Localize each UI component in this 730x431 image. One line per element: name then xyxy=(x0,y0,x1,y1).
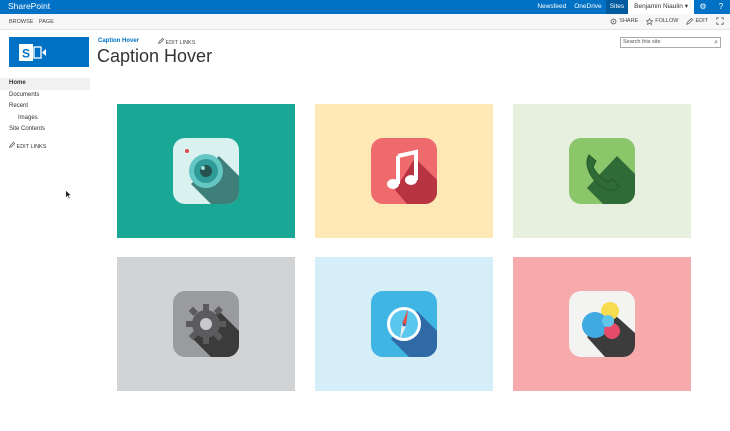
svg-text:S: S xyxy=(22,47,30,61)
site-link[interactable]: Caption Hover xyxy=(98,38,139,44)
compass-icon xyxy=(371,291,437,357)
tab-browse[interactable]: BROWSE xyxy=(9,19,33,25)
nav-item-documents[interactable]: Documents xyxy=(0,90,90,102)
suite-link-onedrive[interactable]: OneDrive xyxy=(570,0,605,14)
bubbles-icon xyxy=(569,291,635,357)
tile-music[interactable] xyxy=(315,104,493,238)
page-title: Caption Hover xyxy=(97,46,213,66)
fullscreen-icon xyxy=(716,17,724,25)
suite-link-sites[interactable]: Sites xyxy=(605,0,629,14)
tile-compass[interactable] xyxy=(315,257,493,391)
star-icon xyxy=(646,17,654,25)
follow-label: FOLLOW xyxy=(655,18,679,24)
tile-settings[interactable] xyxy=(117,257,295,391)
search-input[interactable]: Search this site xyxy=(623,39,661,45)
suite-bar: SharePoint Newsfeed OneDrive Sites Benja… xyxy=(0,0,730,14)
site-logo[interactable]: S xyxy=(9,37,89,67)
ribbon: BROWSE PAGE SHARE FOLLOW EDIT xyxy=(0,14,730,30)
gear-icon[interactable]: ⚙ xyxy=(694,0,712,14)
nav-item-recent[interactable]: Recent xyxy=(0,101,90,113)
search-icon[interactable]: ⌕ xyxy=(714,38,718,47)
top-edit-links[interactable]: EDIT LINKS xyxy=(158,37,195,46)
share-icon xyxy=(610,18,617,24)
nav-item-home[interactable]: Home xyxy=(0,78,90,90)
pencil-icon xyxy=(9,141,16,148)
nav-edit-links[interactable]: EDIT LINKS xyxy=(0,141,90,150)
tile-camera[interactable] xyxy=(117,104,295,238)
quick-launch: Home Documents Recent Images Site Conten… xyxy=(0,78,90,150)
music-note-icon xyxy=(371,138,437,204)
sharepoint-logo-icon: S xyxy=(19,44,46,61)
suite-links: Newsfeed OneDrive Sites Benjamin Niaulin… xyxy=(533,0,730,14)
tab-page[interactable]: PAGE xyxy=(39,19,54,25)
share-label: SHARE xyxy=(619,18,639,24)
brand-link[interactable]: SharePoint xyxy=(8,1,50,11)
camera-icon xyxy=(173,138,239,204)
edit-button[interactable]: EDIT xyxy=(686,17,708,25)
pencil-icon xyxy=(686,17,694,25)
follow-button[interactable]: FOLLOW xyxy=(646,17,679,25)
mouse-cursor-icon xyxy=(65,190,72,199)
focus-button[interactable] xyxy=(716,17,724,25)
search-box[interactable]: Search this site ⌕ xyxy=(620,37,721,48)
nav-item-images[interactable]: Images xyxy=(0,113,90,125)
tile-phone[interactable] xyxy=(513,104,691,238)
phone-icon xyxy=(569,138,635,204)
help-icon[interactable]: ? xyxy=(712,0,730,14)
edit-label: EDIT xyxy=(695,18,708,24)
gear-icon xyxy=(173,291,239,357)
nav-item-site-contents[interactable]: Site Contents xyxy=(0,124,90,136)
ribbon-actions: SHARE FOLLOW EDIT xyxy=(610,17,724,25)
tile-game-center[interactable] xyxy=(513,257,691,391)
user-menu[interactable]: Benjamin Niaulin ▾ xyxy=(628,0,694,14)
nav-edit-links-label: EDIT LINKS xyxy=(16,143,47,150)
suite-link-newsfeed[interactable]: Newsfeed xyxy=(533,0,570,14)
share-button[interactable]: SHARE xyxy=(610,18,638,25)
pencil-icon xyxy=(158,37,165,44)
